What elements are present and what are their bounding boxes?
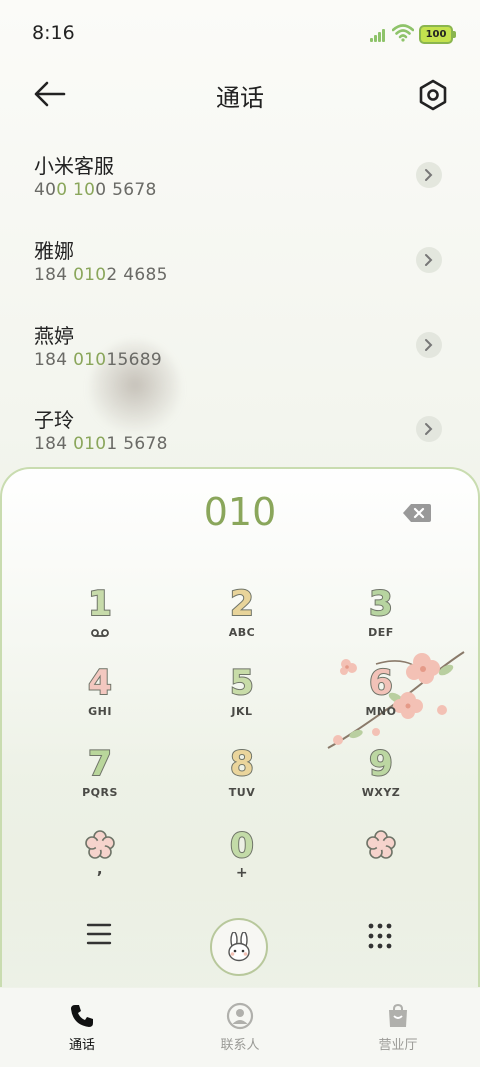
voicemail-icon: [91, 629, 109, 637]
chevron-right-icon: [425, 423, 433, 435]
contact-number: 184 01015689: [34, 350, 163, 370]
dial-key-8[interactable]: 8 TUV: [187, 744, 297, 815]
contact-number: 184 0101 5678: [34, 434, 168, 454]
call-button[interactable]: [210, 918, 268, 976]
wifi-icon: [392, 24, 414, 42]
dial-key-4[interactable]: 4 GHI: [45, 663, 155, 734]
bottom-nav: 通话 联系人 营业厅: [0, 988, 480, 1067]
dial-key-star[interactable]: ,: [45, 830, 155, 900]
contact-name: 子玲: [34, 408, 74, 432]
status-time: 8:16: [32, 22, 75, 44]
contact-detail-button[interactable]: [416, 332, 442, 358]
bunny-call-icon: [228, 932, 250, 962]
dial-key-2[interactable]: 2 ABC: [187, 584, 297, 655]
menu-icon[interactable]: [86, 922, 112, 946]
dial-key-9[interactable]: 9 WXYZ: [326, 744, 436, 815]
status-bar: 8:16 100: [0, 0, 480, 66]
settings-hex-icon[interactable]: [414, 76, 452, 114]
dial-key-7[interactable]: 7 PQRS: [45, 744, 155, 815]
contact-number: 400 100 5678: [34, 180, 157, 200]
contact-number: 184 0102 4685: [34, 265, 168, 285]
nav-tab-contacts[interactable]: 联系人: [180, 988, 300, 1067]
contact-name: 雅娜: [34, 239, 74, 263]
contact-detail-button[interactable]: [416, 416, 442, 442]
dial-key-6[interactable]: 6 MNO: [326, 663, 436, 734]
nav-tab-store[interactable]: 营业厅: [338, 988, 458, 1067]
dial-key-0[interactable]: 0 +: [187, 826, 297, 897]
chevron-right-icon: [425, 169, 433, 181]
list-item[interactable]: 燕婷 184 01015689: [0, 320, 480, 400]
chevron-right-icon: [425, 254, 433, 266]
page-title: 通话: [216, 84, 264, 112]
nav-tab-calls[interactable]: 通话: [22, 988, 142, 1067]
flower-icon: [85, 830, 115, 859]
phone-icon: [71, 1005, 93, 1027]
dial-key-5[interactable]: 5 JKL: [187, 663, 297, 734]
list-item[interactable]: 雅娜 184 0102 4685: [0, 235, 480, 315]
backspace-icon[interactable]: [402, 502, 432, 524]
contact-name: 燕婷: [34, 324, 74, 348]
keypad-grid-icon[interactable]: [367, 922, 393, 950]
signal-icon: [370, 28, 386, 42]
contact-detail-button[interactable]: [416, 247, 442, 273]
dial-key-3[interactable]: 3 DEF: [326, 584, 436, 655]
dial-key-hash[interactable]: [326, 830, 436, 900]
dial-key-1[interactable]: 1: [45, 584, 155, 655]
contact-name: 小米客服: [34, 154, 114, 178]
contact-detail-button[interactable]: [416, 162, 442, 188]
chevron-right-icon: [425, 339, 433, 351]
battery-icon: 100: [419, 25, 456, 44]
shopping-bag-icon: [389, 1003, 407, 1027]
flower-icon: [366, 830, 396, 859]
list-item[interactable]: 小米客服 400 100 5678: [0, 150, 480, 230]
contact-icon: [226, 1002, 254, 1030]
